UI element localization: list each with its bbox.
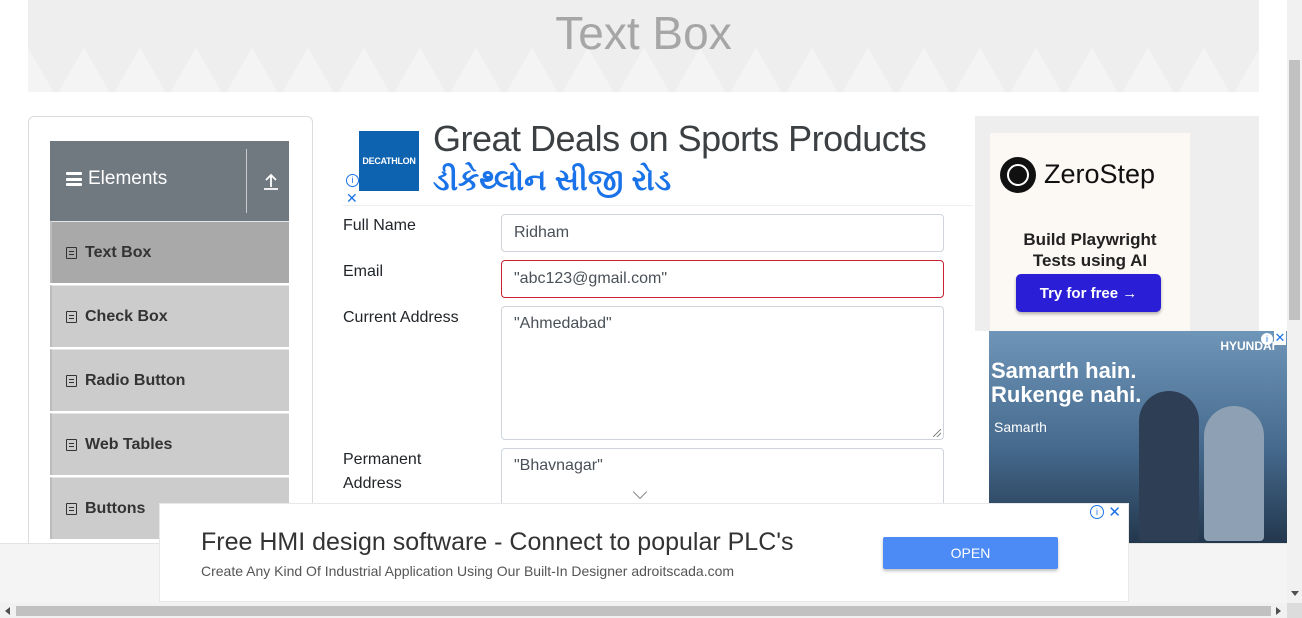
- sidebar-item-web-tables[interactable]: Web Tables: [50, 413, 289, 475]
- open-button[interactable]: OPEN: [883, 537, 1058, 569]
- sidebar-item-label: Check Box: [85, 307, 168, 325]
- zerostep-card: ZeroStep Build Playwright Tests using AI…: [990, 133, 1190, 331]
- sidebar-item-radio-button[interactable]: Radio Button: [50, 349, 289, 411]
- ad-bottom-hmi[interactable]: Free HMI design software - Connect to po…: [159, 503, 1129, 602]
- current-address-textarea[interactable]: "Ahmedabad": [501, 306, 944, 440]
- scrollbar-corner: [1287, 603, 1302, 618]
- list-icon: [66, 246, 77, 259]
- sidebar-group-title-wrap: Elements: [66, 168, 167, 190]
- scroll-right-arrow-icon[interactable]: [1276, 607, 1281, 615]
- hyundai-headline: Samarth hain. Rukenge nahi.: [991, 358, 1142, 407]
- sidebar-item-label: Buttons: [85, 499, 146, 517]
- ad-subtitle: Create Any Kind Of Industrial Applicatio…: [201, 563, 735, 579]
- sidebar-item-label: Radio Button: [85, 371, 186, 389]
- scroll-left-arrow-icon[interactable]: [5, 607, 10, 615]
- sidebar-group-title: Elements: [88, 168, 168, 189]
- menu-icon: [66, 172, 82, 186]
- scrollbar-thumb[interactable]: [16, 606, 1271, 616]
- ad-title: Free HMI design software - Connect to po…: [201, 528, 794, 556]
- sidebar-item-label: Web Tables: [85, 435, 173, 453]
- try-for-free-button[interactable]: Try for free →: [1016, 274, 1161, 312]
- ad-close-icon[interactable]: ✕: [346, 190, 358, 205]
- vertical-scrollbar[interactable]: [1287, 0, 1302, 603]
- zerostep-tagline: Build Playwright Tests using AI: [1023, 230, 1157, 270]
- list-icon: [66, 310, 77, 323]
- sidebar-item-check-box[interactable]: Check Box: [50, 285, 289, 347]
- horizontal-scrollbar[interactable]: [0, 603, 1287, 618]
- ad-info-icon[interactable]: i: [346, 174, 359, 187]
- current-address-label: Current Address: [343, 309, 459, 326]
- samarth-logo: Samarth: [994, 419, 1047, 435]
- sidebar-group-elements[interactable]: Elements: [50, 141, 289, 221]
- ad-banner-decathlon[interactable]: DECATHLON Great Deals on Sports Products…: [343, 116, 973, 206]
- full-name-label: Full Name: [343, 217, 416, 234]
- list-icon: [66, 438, 77, 451]
- ad-zerostep[interactable]: ZeroStep Build Playwright Tests using AI…: [975, 116, 1259, 331]
- ad-info-icon[interactable]: i: [1261, 333, 1273, 345]
- page-header: Text Box: [28, 0, 1259, 92]
- ad-headline: Great Deals on Sports Products: [433, 118, 927, 159]
- ad-close-icon[interactable]: ✕: [1108, 503, 1121, 521]
- scrollbar-thumb[interactable]: [1289, 60, 1300, 320]
- resize-grip-icon[interactable]: [933, 429, 941, 437]
- sidebar-item-label: Text Box: [85, 243, 152, 261]
- zerostep-logo-icon: [1000, 157, 1036, 193]
- list-icon: [66, 374, 77, 387]
- full-name-input[interactable]: [501, 214, 944, 252]
- current-address-value: "Ahmedabad": [514, 315, 612, 332]
- list-icon: [66, 502, 77, 515]
- email-label: Email: [343, 263, 384, 280]
- page-title: Text Box: [555, 7, 732, 59]
- decathlon-logo: DECATHLON: [359, 131, 419, 191]
- scroll-down-arrow-icon[interactable]: [1291, 591, 1299, 596]
- ad-figure: [1204, 406, 1264, 541]
- email-input[interactable]: [501, 260, 944, 298]
- upload-icon[interactable]: [260, 171, 282, 193]
- sidebar-item-text-box[interactable]: Text Box: [50, 221, 289, 283]
- zerostep-name: ZeroStep: [1044, 159, 1156, 189]
- permanent-address-value: "Bhavnagar": [514, 457, 603, 474]
- ad-subline: ડીકેથ્લોન સીજી રોડ: [433, 164, 672, 197]
- ad-figure: [1139, 391, 1199, 541]
- permanent-address-label: Permanent Address: [343, 451, 422, 492]
- ad-close-icon[interactable]: ✕: [1274, 331, 1286, 345]
- group-divider: [246, 149, 247, 213]
- ad-info-icon[interactable]: i: [1090, 505, 1104, 519]
